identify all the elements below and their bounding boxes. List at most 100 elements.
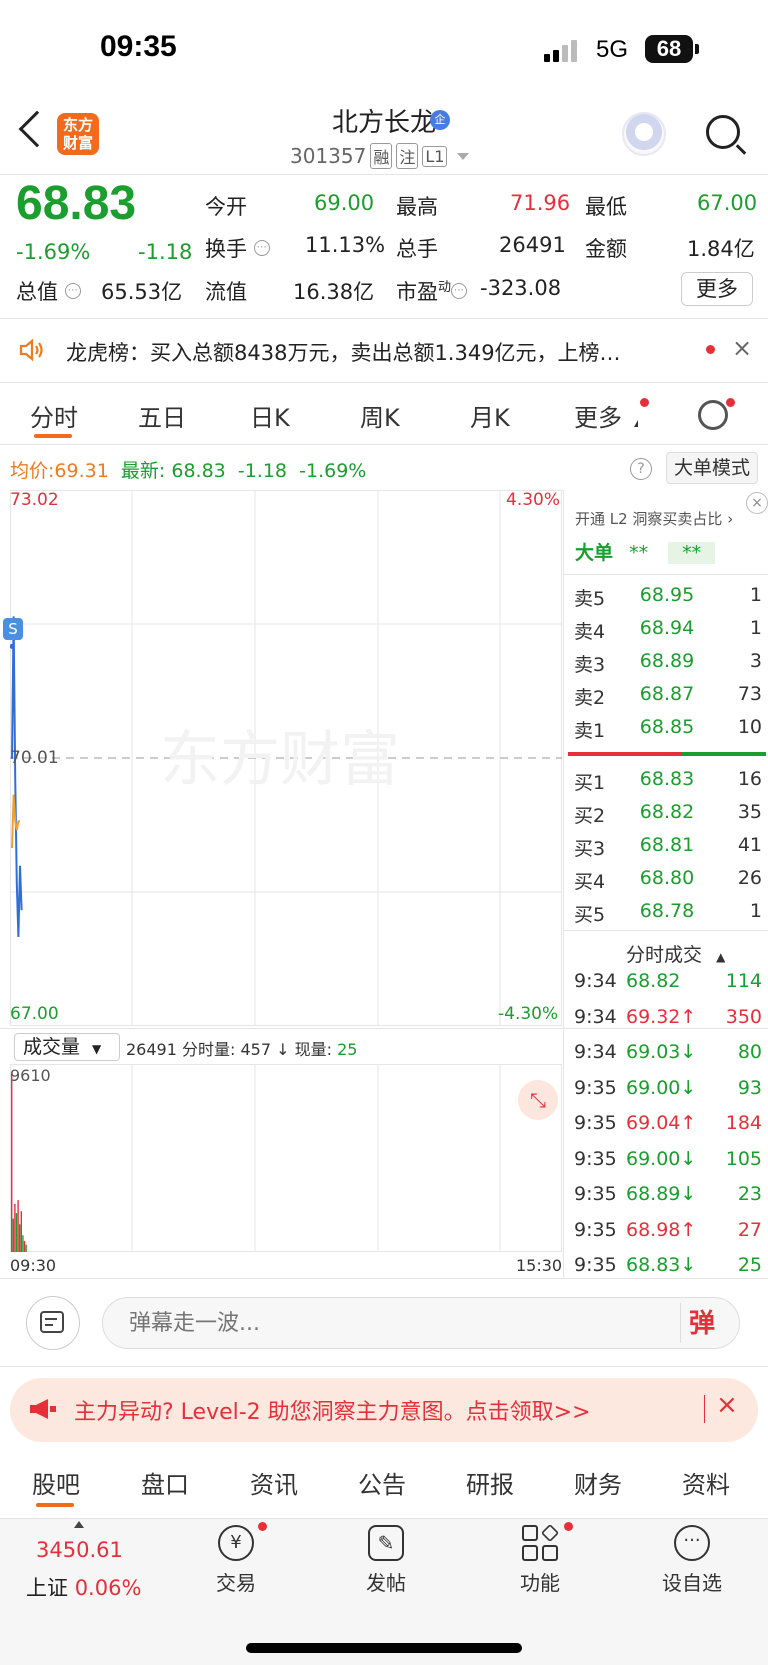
nav-trade[interactable]: ¥ 交易 — [186, 1525, 286, 1596]
bid-row[interactable]: 买1 68.83 16 — [574, 768, 762, 795]
status-time: 09:35 — [100, 30, 177, 63]
promo-text[interactable]: 主力异动? Level-2 助您洞察主力意图。点击领取>> — [74, 1394, 591, 1426]
tick-volume: 25 — [737, 1254, 762, 1276]
tab-announcements[interactable]: 公告 — [358, 1465, 406, 1500]
open-label: 今开 — [205, 195, 247, 219]
tab-more[interactable]: 更多 — [574, 398, 622, 433]
float-cap-label: 流值 — [205, 280, 247, 304]
search-icon[interactable] — [706, 115, 740, 149]
tab-research[interactable]: 研报 — [466, 1465, 514, 1500]
tick-volume: 114 — [725, 970, 762, 992]
tab-orderbook[interactable]: 盘口 — [141, 1465, 189, 1500]
divider — [564, 574, 768, 575]
divider — [0, 318, 768, 319]
info-icon[interactable]: ⋯ — [451, 283, 468, 299]
nav-functions[interactable]: 功能 — [490, 1523, 590, 1596]
l2-promo[interactable]: 开通 L2 洞察买卖占比 › — [575, 508, 733, 529]
buy-sell-ratio-green — [682, 752, 766, 756]
more-button[interactable]: 更多 — [681, 272, 753, 306]
volume-stats: 26491 分时量: 457 ↓ 现量: 25 — [126, 1040, 358, 1059]
tab-intraday[interactable]: 分时 — [30, 398, 78, 433]
volume-selector[interactable]: 成交量 ▼ — [14, 1033, 120, 1061]
notice-text[interactable]: 龙虎榜：买入总额8438万元，卖出总额1.349亿元，上榜… — [66, 337, 686, 367]
notice-dot — [706, 345, 715, 354]
help-icon[interactable]: ? — [630, 458, 652, 480]
divider — [0, 382, 768, 383]
tab-underline — [34, 434, 72, 438]
info-icon[interactable]: ⋯ — [253, 240, 270, 256]
orderbook-divider — [563, 490, 564, 1278]
divider — [0, 1366, 768, 1367]
bid-row[interactable]: 买4 68.80 26 — [574, 867, 762, 894]
tick-time: 9:34 — [574, 1005, 617, 1028]
danmaku-input[interactable] — [102, 1297, 740, 1349]
ask-row[interactable]: 卖3 68.89 3 — [574, 650, 762, 677]
index-percent: 0.06% — [74, 1576, 142, 1600]
big-order-mode-button[interactable]: 大单模式 — [666, 452, 758, 484]
expand-icon[interactable]: ⤡ — [518, 1080, 558, 1120]
signal-badge[interactable]: S — [3, 618, 23, 640]
tick-time: 9:35 — [574, 1183, 617, 1205]
float-cap-value: 16.38亿 — [293, 280, 375, 304]
close-icon[interactable]: × — [732, 334, 752, 362]
tab-monthly-k[interactable]: 月K — [470, 398, 510, 433]
nav-add-watchlist[interactable]: ··· 设自选 — [642, 1525, 742, 1596]
more-dots-icon: ··· — [674, 1525, 710, 1561]
ask-row[interactable]: 卖5 68.95 1 — [574, 584, 762, 611]
market-cap-label: 总值 ⋯ — [16, 276, 81, 306]
gear-icon[interactable] — [698, 400, 728, 430]
bid-row[interactable]: 买5 68.78 1 — [574, 900, 762, 927]
tick-price: 69.00↓ — [626, 1147, 697, 1170]
ask-row[interactable]: 卖2 68.87 73 — [574, 683, 762, 710]
info-icon[interactable]: ⋯ — [64, 283, 81, 299]
tab-daily-k[interactable]: 日K — [250, 398, 290, 433]
robot-assistant-icon[interactable] — [622, 112, 666, 156]
change-percent: -1.69% — [16, 240, 91, 264]
ask-row[interactable]: 卖1 68.85 10 — [574, 716, 762, 743]
battery-tip — [695, 44, 699, 54]
stock-code: 301357 — [290, 144, 367, 168]
y-axis-high: 73.02 — [10, 490, 59, 510]
tick-price: 69.00↓ — [626, 1076, 697, 1099]
avg-price: 69.31 — [54, 460, 109, 482]
nav-post[interactable]: ✎ 发帖 — [336, 1525, 436, 1596]
avg-latest-line: 均价:69.31 最新: 68.83 -1.18 -1.69% — [10, 460, 367, 482]
big-order-row: 大单 ** ** — [575, 538, 716, 565]
signal-icon — [544, 38, 584, 62]
total-volume-value: 26491 — [499, 233, 566, 257]
tab-news[interactable]: 资讯 — [250, 1465, 298, 1500]
close-icon[interactable]: × — [746, 492, 768, 514]
tab-financials[interactable]: 财务 — [574, 1465, 622, 1500]
volume-chart — [10, 1064, 562, 1252]
tick-row: 9:35 69.00↓ 105 — [574, 1148, 762, 1170]
index-value[interactable]: 3450.61 — [36, 1538, 123, 1562]
tick-price: 68.89↓ — [626, 1183, 697, 1205]
amount-label: 金额 — [585, 237, 627, 261]
volume-bar — [20, 1211, 22, 1252]
ask-row[interactable]: 卖4 68.94 1 — [574, 617, 762, 644]
tab-profile[interactable]: 资料 — [682, 1465, 730, 1500]
bid-row[interactable]: 买2 68.82 35 — [574, 801, 762, 828]
ticks-title[interactable]: 分时成交 ▲ — [626, 940, 725, 967]
danmaku-settings-icon[interactable] — [26, 1296, 80, 1350]
tick-price: 69.04↑ — [626, 1112, 697, 1134]
latest-price: 68.83 — [171, 460, 226, 482]
index-row[interactable]: 上证 0.06% — [26, 1572, 141, 1602]
tick-volume: 93 — [737, 1076, 762, 1099]
tab-five-day[interactable]: 五日 — [138, 398, 186, 433]
stock-code-row[interactable]: 301357 融 注 L1 — [290, 143, 470, 169]
volume-bar — [17, 1200, 19, 1252]
trade-icon: ¥ — [218, 1525, 254, 1561]
tick-volume: 80 — [737, 1041, 762, 1063]
caret-down-icon: ▼ — [92, 1042, 102, 1056]
bid-row[interactable]: 买3 68.81 41 — [574, 834, 762, 861]
close-icon[interactable]: × — [716, 1390, 738, 1420]
tick-row: 9:35 69.04↑ 184 — [574, 1112, 762, 1134]
tab-weekly-k[interactable]: 周K — [360, 398, 400, 433]
danmaku-send-button[interactable]: 弹 — [680, 1303, 730, 1343]
tick-row: 9:34 68.82 114 — [574, 970, 762, 992]
volume-grid — [10, 1064, 562, 1252]
tab-forum[interactable]: 股吧 — [32, 1465, 80, 1500]
tick-row: 9:34 69.03↓ 80 — [574, 1041, 762, 1063]
buy-sell-ratio-red — [568, 752, 682, 756]
